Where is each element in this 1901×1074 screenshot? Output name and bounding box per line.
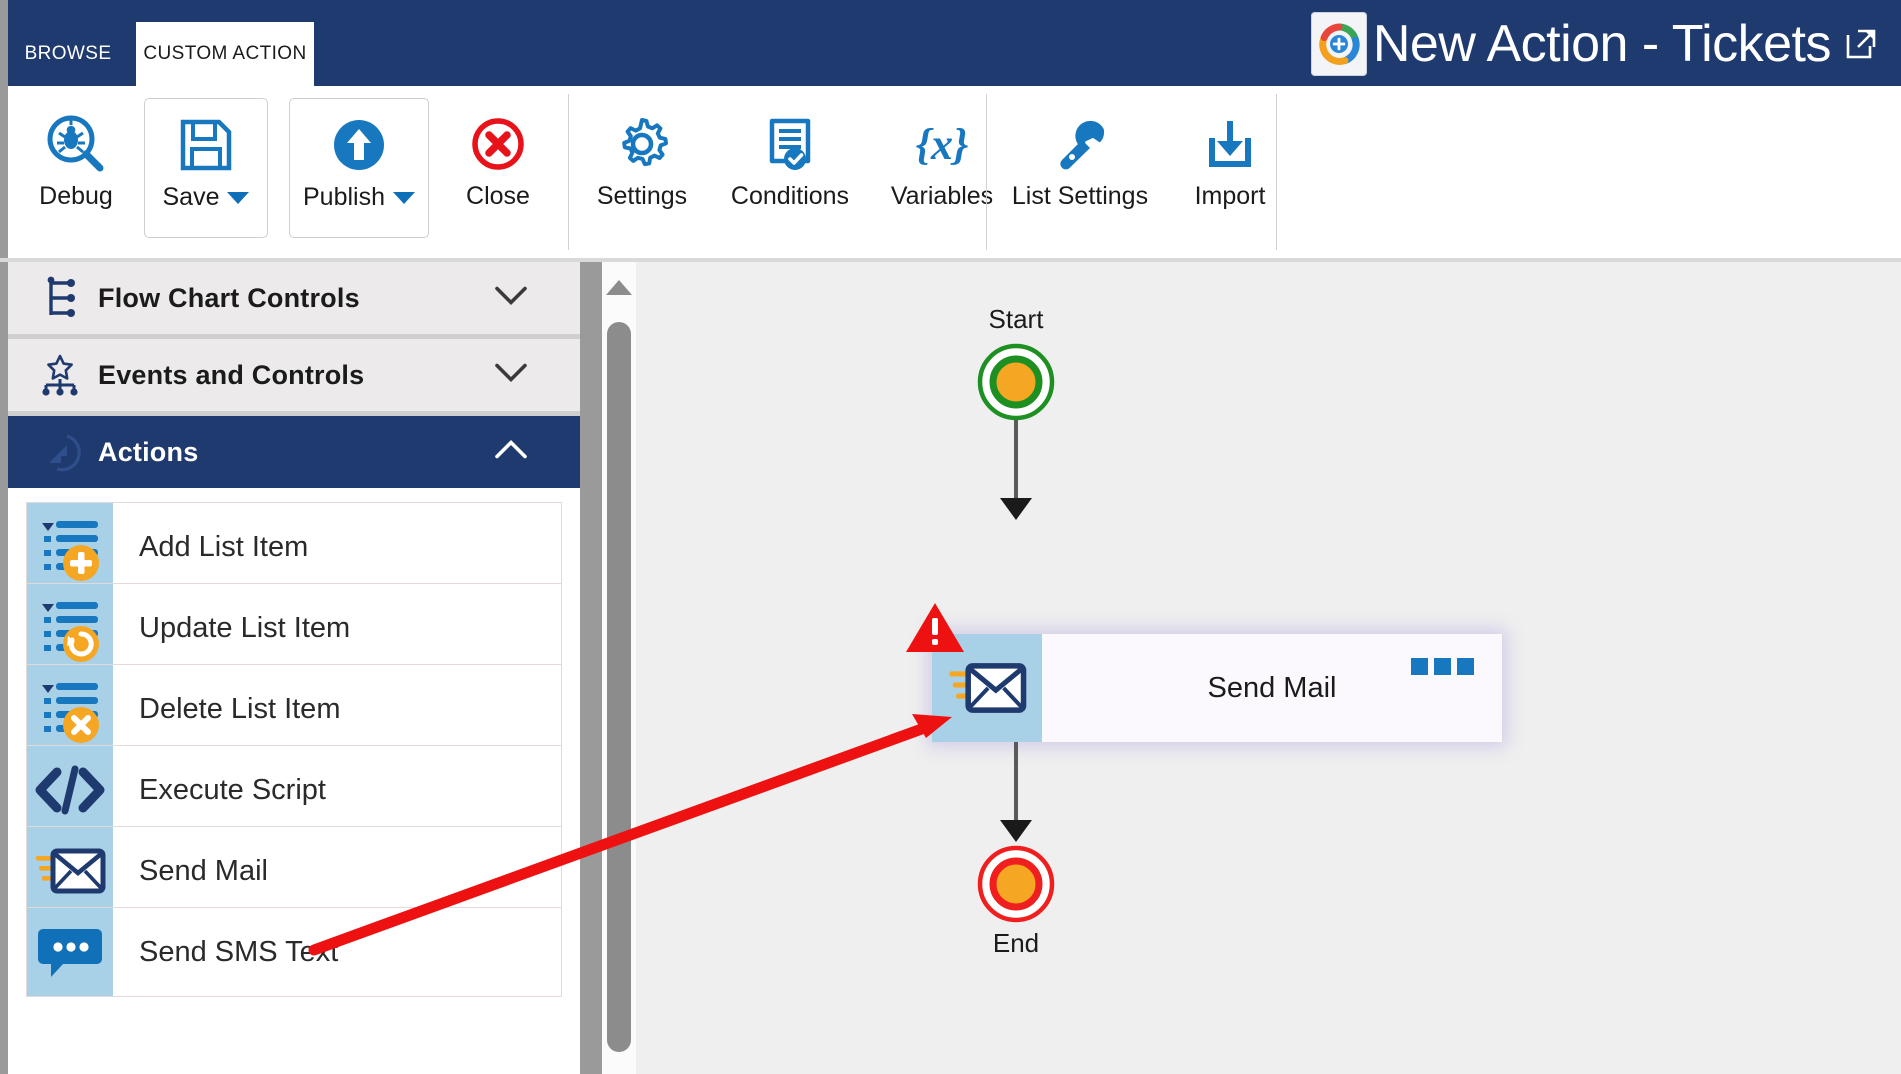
- import-download-tray-icon: [1202, 112, 1258, 176]
- end-node[interactable]: [976, 844, 1056, 929]
- code-brackets-icon: [27, 746, 113, 834]
- application-window: BROWSE CUSTOM ACTION New Action - Ticket…: [0, 0, 1901, 1074]
- publish-button[interactable]: Publish: [289, 98, 429, 238]
- send-mail-node-body[interactable]: Send Mail: [1042, 634, 1502, 742]
- gear-icon: [612, 112, 672, 176]
- ribbon-divider-2: [986, 94, 987, 250]
- action-item-update-list-item[interactable]: Update List Item: [26, 583, 562, 673]
- close-button[interactable]: Close: [443, 98, 553, 238]
- connector-arrowhead-2: [1000, 820, 1032, 842]
- connector-arrowhead-1: [1000, 498, 1032, 520]
- list-settings-button-label: List Settings: [1011, 182, 1149, 210]
- title-bar: BROWSE CUSTOM ACTION New Action - Ticket…: [0, 0, 1901, 86]
- variables-braces-x-icon: {x}: [910, 112, 974, 176]
- tab-custom-action[interactable]: CUSTOM ACTION: [136, 22, 314, 86]
- save-floppy-icon: [177, 113, 235, 177]
- close-circle-x-icon: [470, 112, 526, 176]
- tab-browse[interactable]: BROWSE: [8, 22, 128, 86]
- page-title: New Action - Tickets: [1372, 15, 1832, 73]
- title-area: New Action - Tickets: [1310, 8, 1879, 80]
- action-item-label: Send Mail: [139, 854, 268, 887]
- ribbon-left-edge: [0, 86, 8, 262]
- list-delete-icon: [27, 665, 113, 753]
- import-button-label: Import: [1194, 182, 1266, 210]
- action-item-delete-list-item[interactable]: Delete List Item: [26, 664, 562, 754]
- sidebar-section-flow-chart-controls[interactable]: Flow Chart Controls: [8, 262, 580, 334]
- document-check-icon: [761, 112, 819, 176]
- tab-browse-label: BROWSE: [24, 43, 112, 64]
- action-item-label: Add List Item: [139, 530, 309, 563]
- sms-bubble-icon: [27, 908, 113, 996]
- start-node-label: Start: [988, 304, 1044, 334]
- debug-bug-magnifier-icon: [45, 112, 107, 176]
- action-item-label: Execute Script: [139, 773, 326, 806]
- panel-left-edge: [0, 262, 8, 1074]
- publish-button-label: Publish: [303, 183, 415, 212]
- import-button[interactable]: Import: [1172, 98, 1288, 238]
- chevron-down-icon[interactable]: [494, 360, 528, 391]
- scrollbar-thumb[interactable]: [607, 322, 631, 1052]
- conditions-button[interactable]: Conditions: [712, 98, 868, 238]
- tab-custom-action-label: CUSTOM ACTION: [143, 43, 307, 64]
- settings-button[interactable]: Settings: [578, 98, 706, 238]
- action-item-label: Delete List Item: [139, 692, 341, 725]
- window-left-edge: [0, 0, 8, 86]
- scroll-up-arrow-icon[interactable]: [606, 280, 632, 295]
- debug-button[interactable]: Debug: [20, 98, 132, 238]
- conditions-button-label: Conditions: [730, 182, 850, 210]
- publish-dropdown-caret-icon[interactable]: [393, 191, 415, 204]
- sidebar-section-label: Events and Controls: [98, 359, 365, 390]
- ribbon-toolbar: Debug Save Publish Close Settings Condit…: [0, 86, 1901, 262]
- ellipsis-menu-icon[interactable]: [1411, 658, 1474, 675]
- wrench-icon: [1050, 112, 1110, 176]
- save-dropdown-caret-icon[interactable]: [227, 191, 250, 204]
- start-node[interactable]: [976, 342, 1056, 427]
- open-in-new-window-icon[interactable]: [1843, 26, 1879, 62]
- ribbon-divider-1: [568, 94, 569, 250]
- sidebar-section-label: Actions: [98, 436, 199, 467]
- end-node-label: End: [992, 928, 1040, 958]
- panel-splitter[interactable]: [580, 262, 602, 1074]
- save-button[interactable]: Save: [144, 98, 268, 238]
- flowchart-canvas[interactable]: Start Send Mail End: [636, 262, 1901, 1074]
- chevron-up-icon[interactable]: [494, 437, 528, 468]
- sidebar-section-actions[interactable]: Actions: [8, 416, 580, 488]
- chevron-down-icon[interactable]: [494, 283, 528, 314]
- actions-cursor-icon: [34, 429, 86, 475]
- action-item-send-mail[interactable]: Send Mail: [26, 826, 562, 916]
- send-mail-node[interactable]: Send Mail: [906, 603, 1502, 742]
- sidebar-section-events-and-controls[interactable]: Events and Controls: [8, 339, 580, 411]
- debug-button-label: Debug: [39, 182, 113, 210]
- list-update-icon: [27, 584, 113, 672]
- close-button-label: Close: [466, 182, 530, 210]
- warning-triangle-icon: [904, 600, 966, 661]
- variables-button-label: Variables: [890, 182, 994, 210]
- app-logo-icon: [1310, 12, 1367, 76]
- action-item-label: Send SMS Text: [139, 935, 339, 968]
- flow-chart-icon: [34, 275, 86, 321]
- list-add-icon: [27, 503, 113, 591]
- action-item-add-list-item[interactable]: Add List Item: [26, 502, 562, 592]
- action-item-label: Update List Item: [139, 611, 351, 644]
- envelope-icon: [27, 827, 113, 915]
- svg-text:{x}: {x}: [916, 120, 969, 169]
- events-hierarchy-icon: [34, 352, 86, 398]
- save-button-label: Save: [163, 183, 250, 212]
- left-tool-panel: Flow Chart Controls Events and Controls …: [0, 262, 580, 1074]
- action-item-execute-script[interactable]: Execute Script: [26, 745, 562, 835]
- settings-button-label: Settings: [596, 182, 688, 210]
- publish-upload-icon: [330, 113, 388, 177]
- sidebar-vertical-scrollbar[interactable]: [602, 262, 637, 1074]
- variables-button[interactable]: {x} Variables: [874, 98, 1010, 238]
- send-mail-node-title: Send Mail: [1207, 671, 1337, 704]
- ribbon-divider-3: [1276, 94, 1277, 250]
- sidebar-section-label: Flow Chart Controls: [98, 282, 360, 313]
- list-settings-button[interactable]: List Settings: [996, 98, 1164, 238]
- action-item-send-sms-text[interactable]: Send SMS Text: [26, 907, 562, 997]
